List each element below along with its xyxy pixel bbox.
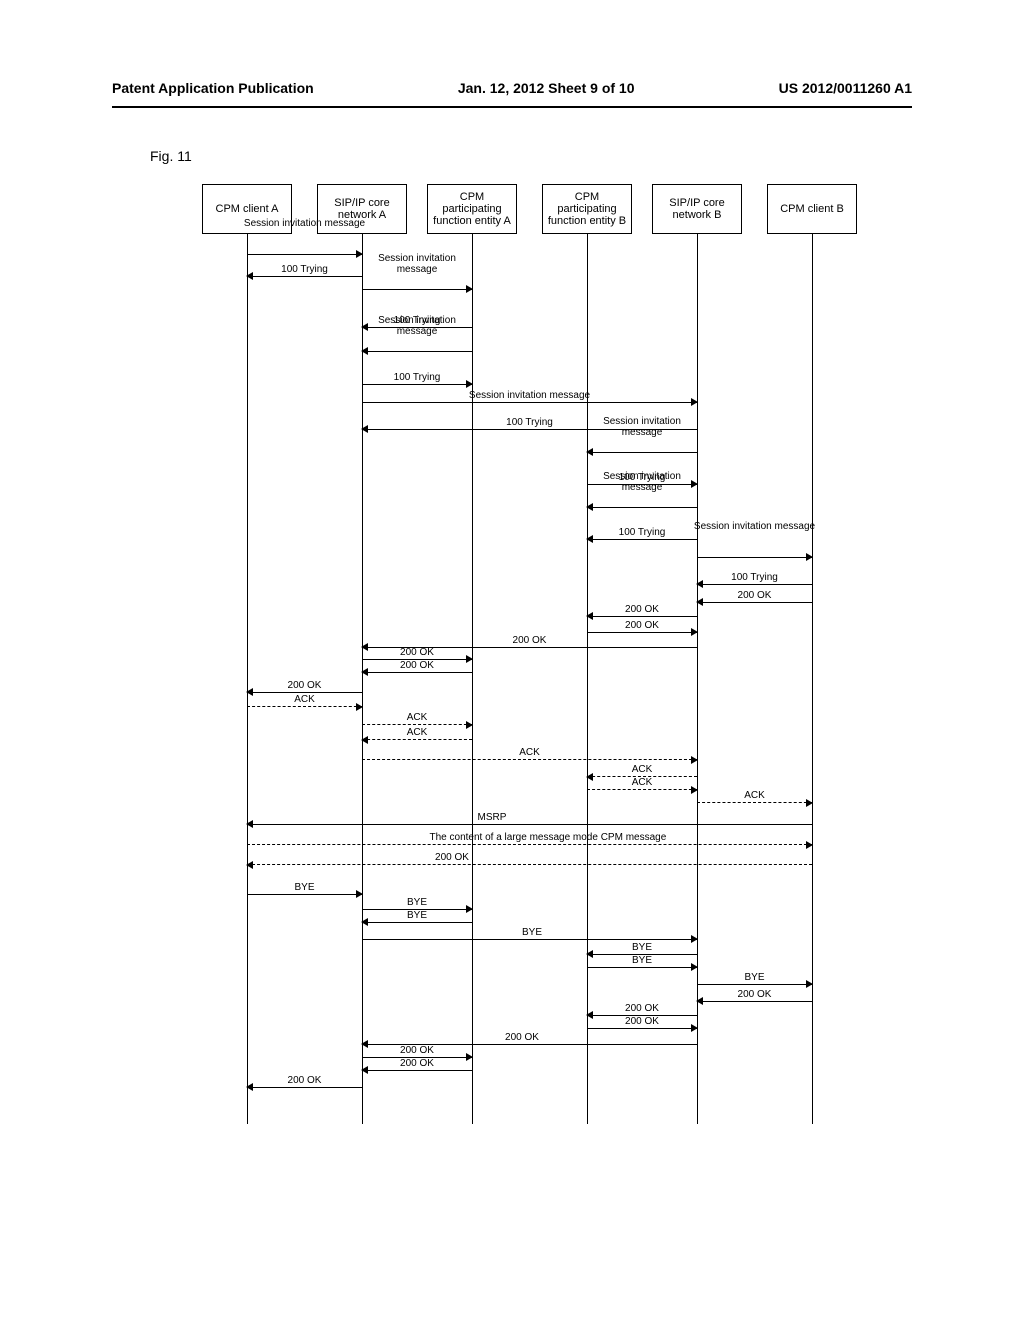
message-label: 200 OK	[205, 680, 405, 691]
message-label: Session invitation message	[357, 253, 477, 275]
message-arrow	[247, 1087, 362, 1088]
message-label: 200 OK	[317, 1045, 517, 1056]
message-arrow	[247, 276, 362, 277]
message-arrow	[362, 672, 472, 673]
message-label: 200 OK	[542, 1016, 742, 1027]
message-arrow	[697, 557, 812, 558]
message-label: 200 OK	[205, 1075, 405, 1086]
message-label: ACK	[430, 747, 630, 758]
message-label: 100 Trying	[655, 572, 855, 583]
figure-label: Fig. 11	[150, 148, 1024, 164]
message-arrow	[587, 539, 697, 540]
message-arrow	[362, 739, 472, 740]
message-arrow	[587, 1028, 697, 1029]
message-label: Session invitation message	[582, 471, 702, 493]
message-label: 200 OK	[542, 604, 742, 615]
message-arrow	[362, 939, 697, 940]
message-label: The content of a large message mode CPM …	[430, 832, 630, 843]
message-arrow	[587, 632, 697, 633]
message-label: 100 Trying	[317, 372, 517, 383]
message-label: 200 OK	[422, 1032, 622, 1043]
actor-box: CPM participating function entity B	[542, 184, 632, 234]
message-arrow	[247, 254, 362, 255]
message-label: 200 OK	[317, 647, 517, 658]
message-label: ACK	[655, 790, 855, 801]
message-label: 200 OK	[352, 852, 552, 863]
message-label: Session invitation message	[242, 218, 367, 229]
message-label: ACK	[317, 712, 517, 723]
header-right: US 2012/0011260 A1	[779, 80, 912, 96]
message-label: BYE	[317, 910, 517, 921]
sequence-diagram: CPM client ASIP/IP core network ACPM par…	[152, 184, 872, 1124]
message-label: Session invitation message	[357, 315, 477, 337]
message-arrow	[587, 967, 697, 968]
message-label: 200 OK	[317, 1058, 517, 1069]
actor-box: SIP/IP core network B	[652, 184, 742, 234]
message-arrow	[247, 844, 812, 845]
lifeline	[587, 234, 588, 1124]
message-label: 200 OK	[430, 635, 630, 646]
message-label: BYE	[317, 897, 517, 908]
message-arrow	[587, 507, 697, 508]
message-arrow	[362, 759, 697, 760]
actor-box: CPM participating function entity A	[427, 184, 517, 234]
message-label: BYE	[655, 972, 855, 983]
message-arrow	[362, 724, 472, 725]
header-center: Jan. 12, 2012 Sheet 9 of 10	[458, 80, 635, 96]
message-arrow	[362, 1070, 472, 1071]
message-arrow	[587, 452, 697, 453]
message-arrow	[247, 864, 812, 865]
message-label: 200 OK	[317, 660, 517, 671]
lifeline	[472, 234, 473, 1124]
message-label: BYE	[542, 955, 742, 966]
header-rule	[112, 106, 912, 108]
message-label: ACK	[542, 777, 742, 788]
message-arrow	[362, 922, 472, 923]
message-arrow	[697, 584, 812, 585]
message-arrow	[697, 984, 812, 985]
message-arrow	[247, 894, 362, 895]
message-label: BYE	[205, 882, 405, 893]
message-label: BYE	[432, 927, 632, 938]
message-label: 200 OK	[655, 590, 855, 601]
lifeline	[362, 234, 363, 1124]
message-label: ACK	[205, 694, 405, 705]
message-arrow	[362, 384, 472, 385]
header-left: Patent Application Publication	[112, 80, 314, 96]
message-label: ACK	[542, 764, 742, 775]
message-label: Session invitation message	[692, 521, 817, 532]
message-label: 200 OK	[542, 620, 742, 631]
message-label: 200 OK	[542, 1003, 742, 1014]
message-arrow	[247, 706, 362, 707]
message-arrow	[247, 824, 812, 825]
message-arrow	[697, 1001, 812, 1002]
message-label: ACK	[317, 727, 517, 738]
message-label: Session invitation message	[582, 416, 702, 438]
message-arrow	[587, 616, 697, 617]
lifeline	[247, 234, 248, 1124]
message-label: 200 OK	[655, 989, 855, 1000]
message-arrow	[697, 802, 812, 803]
page-header: Patent Application Publication Jan. 12, …	[0, 0, 1024, 106]
message-arrow	[362, 351, 472, 352]
message-label: MSRP	[392, 812, 592, 823]
message-arrow	[362, 402, 697, 403]
message-arrow	[697, 602, 812, 603]
message-label: Session invitation message	[430, 390, 630, 401]
message-arrow	[247, 692, 362, 693]
message-label: BYE	[542, 942, 742, 953]
message-arrow	[362, 289, 472, 290]
actor-box: CPM client B	[767, 184, 857, 234]
